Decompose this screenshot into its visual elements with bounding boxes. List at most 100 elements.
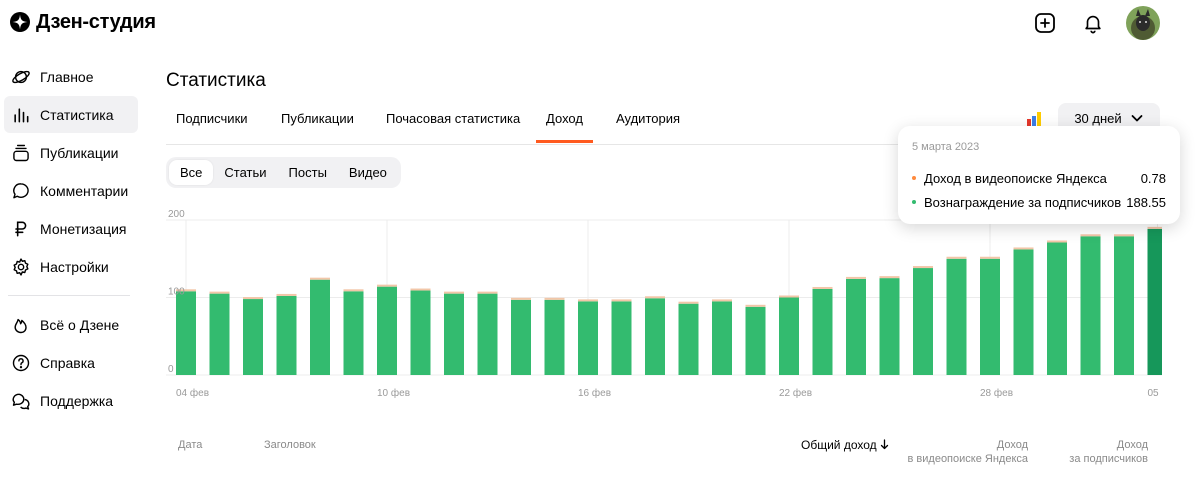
chart-bar (846, 278, 866, 375)
chart-bar-segment (779, 295, 799, 298)
chart-bar-segment (745, 304, 766, 307)
bell-icon (1085, 15, 1101, 34)
sidebar-item-monetization[interactable]: Монетизация (4, 210, 138, 247)
chart-bar (176, 291, 196, 375)
chart-bar (1013, 249, 1034, 375)
tab-subscribers[interactable]: Подписчики (176, 104, 248, 142)
chart-bar (343, 291, 364, 375)
chart-bar (812, 288, 833, 375)
content-type-filter: Все Статьи Посты Видео (166, 157, 401, 188)
notifications-button[interactable] (1078, 8, 1108, 38)
chart-bar (913, 268, 933, 375)
chart-bar (243, 299, 263, 375)
chart-bar-segment (678, 301, 699, 304)
x-tick-label: 05 м (1148, 388, 1163, 399)
sidebar-item-label: Статистика (40, 106, 114, 123)
chart-bar (1080, 236, 1101, 375)
chart-bar-segment (1013, 247, 1034, 250)
sidebar: Главное Статистика Публикации Комментари… (4, 58, 138, 420)
tooltip-value-subscribers: 188.55 (1126, 194, 1166, 210)
tab-audience[interactable]: Аудитория (616, 104, 680, 142)
chart-bar-segment (276, 293, 297, 296)
chart-bar (377, 286, 397, 375)
x-tick-label: 10 фев (377, 387, 410, 399)
chart-bar (980, 258, 1000, 375)
chart-bar (645, 298, 665, 375)
app-logo[interactable]: Дзен-студия (10, 10, 156, 34)
chart-bar-segment (477, 291, 498, 294)
sidebar-item-label: Главное (40, 68, 94, 85)
filter-all[interactable]: Все (169, 160, 214, 185)
chart-bar-segment (343, 289, 364, 292)
chart-bar (544, 299, 565, 375)
period-label: 30 дней (1074, 110, 1122, 126)
page-title: Статистика (166, 70, 266, 91)
chart-bar (444, 293, 464, 375)
tooltip-label-video: Доход в видеопоиске Яндекса (924, 170, 1107, 186)
col-header-title[interactable]: Заголовок (264, 438, 316, 452)
chart-bar-segment (511, 297, 531, 300)
tooltip-row-subscribers: Вознаграждение за подписчиков 188.55 (912, 194, 1166, 210)
col-header-video-line2: в видеопоиске Яндекса (907, 453, 1028, 465)
sidebar-item-comments[interactable]: Комментарии (4, 172, 138, 209)
chart-bar (276, 295, 297, 375)
gear-icon (10, 256, 32, 278)
sidebar-item-about-zen[interactable]: Всё о Дзене (4, 306, 138, 343)
y-tick-label: 100 (168, 287, 185, 298)
x-tick-label: 04 фев (176, 387, 209, 399)
col-header-subscribers-income[interactable]: Доход за подписчиков (1040, 438, 1148, 466)
col-header-video-income[interactable]: Доход в видеопоиске Яндекса (900, 438, 1028, 466)
chart-bar (511, 299, 531, 375)
chart-bar-segment (544, 297, 565, 300)
chart-bar-segment (611, 299, 632, 302)
col-header-subs-line2: за подписчиков (1069, 453, 1148, 465)
chart-tooltip: 5 марта 2023 Доход в видеопоиске Яндекса… (898, 126, 1180, 224)
zen-logo-icon (10, 12, 30, 32)
chart-bar-segment (1080, 234, 1101, 237)
user-avatar[interactable] (1126, 6, 1160, 40)
chart-bar (209, 293, 230, 375)
help-icon (10, 352, 32, 374)
chart-bar (1047, 242, 1067, 375)
sidebar-divider (8, 295, 130, 296)
tab-publications[interactable]: Публикации (281, 104, 354, 142)
chart-bar-segment (410, 288, 431, 291)
filter-posts[interactable]: Посты (278, 160, 338, 185)
filter-video[interactable]: Видео (338, 160, 398, 185)
chart-bar-segment (1114, 234, 1134, 237)
sidebar-item-statistics[interactable]: Статистика (4, 96, 138, 133)
sidebar-item-help[interactable]: Справка (4, 344, 138, 381)
chart-bar-segment (578, 299, 598, 302)
tab-hourly-stats[interactable]: Почасовая статистика (386, 104, 520, 142)
col-header-total-income[interactable]: Общий доход (801, 438, 889, 452)
sidebar-item-support[interactable]: Поддержка (4, 382, 138, 419)
chart-bar (712, 301, 732, 375)
planet-icon (10, 66, 32, 88)
tooltip-date: 5 марта 2023 (912, 141, 980, 153)
sidebar-item-main[interactable]: Главное (4, 58, 138, 95)
app-title: Дзен-студия (36, 10, 156, 33)
x-tick-label: 22 фев (779, 387, 812, 399)
chart-bar (745, 306, 766, 375)
chevron-down-icon (1131, 115, 1143, 122)
chart-bar (879, 278, 900, 375)
bar-chart-icon (10, 104, 32, 126)
x-tick-label: 28 фев (980, 387, 1013, 399)
sidebar-item-label: Монетизация (40, 220, 127, 237)
col-header-date[interactable]: Дата (178, 438, 202, 452)
x-tick-label: 16 фев (578, 387, 611, 399)
sidebar-item-settings[interactable]: Настройки (4, 248, 138, 285)
sidebar-item-publications[interactable]: Публикации (4, 134, 138, 171)
create-button[interactable] (1030, 8, 1060, 38)
chart-bar (678, 303, 699, 375)
chart-bar-segment (1047, 240, 1067, 243)
chart-bar (578, 301, 598, 375)
y-tick-label: 0 (168, 364, 174, 375)
stack-icon (10, 142, 32, 164)
filter-articles[interactable]: Статьи (213, 160, 277, 185)
chart-bar-segment (846, 276, 866, 279)
chart-bar (779, 297, 799, 375)
tooltip-dot-video (912, 176, 916, 180)
income-chart: 0 100 200 04 фев 10 фев 16 фев 22 фев 28 фев 05 … (166, 209, 1163, 399)
tab-income[interactable]: Доход (536, 104, 593, 143)
